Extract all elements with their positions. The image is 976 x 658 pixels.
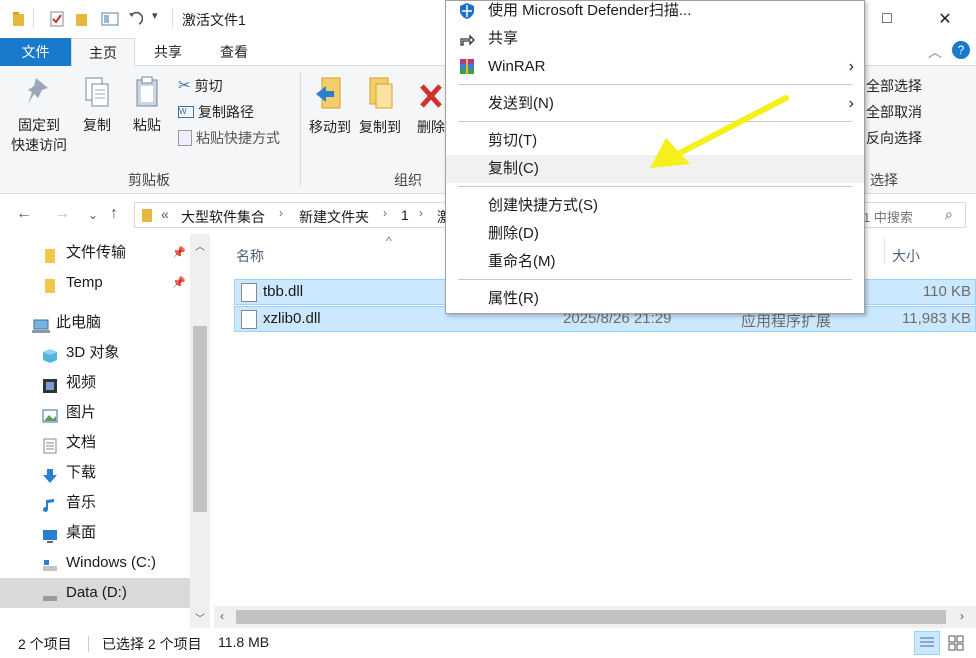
annotation-arrow (650, 95, 789, 168)
